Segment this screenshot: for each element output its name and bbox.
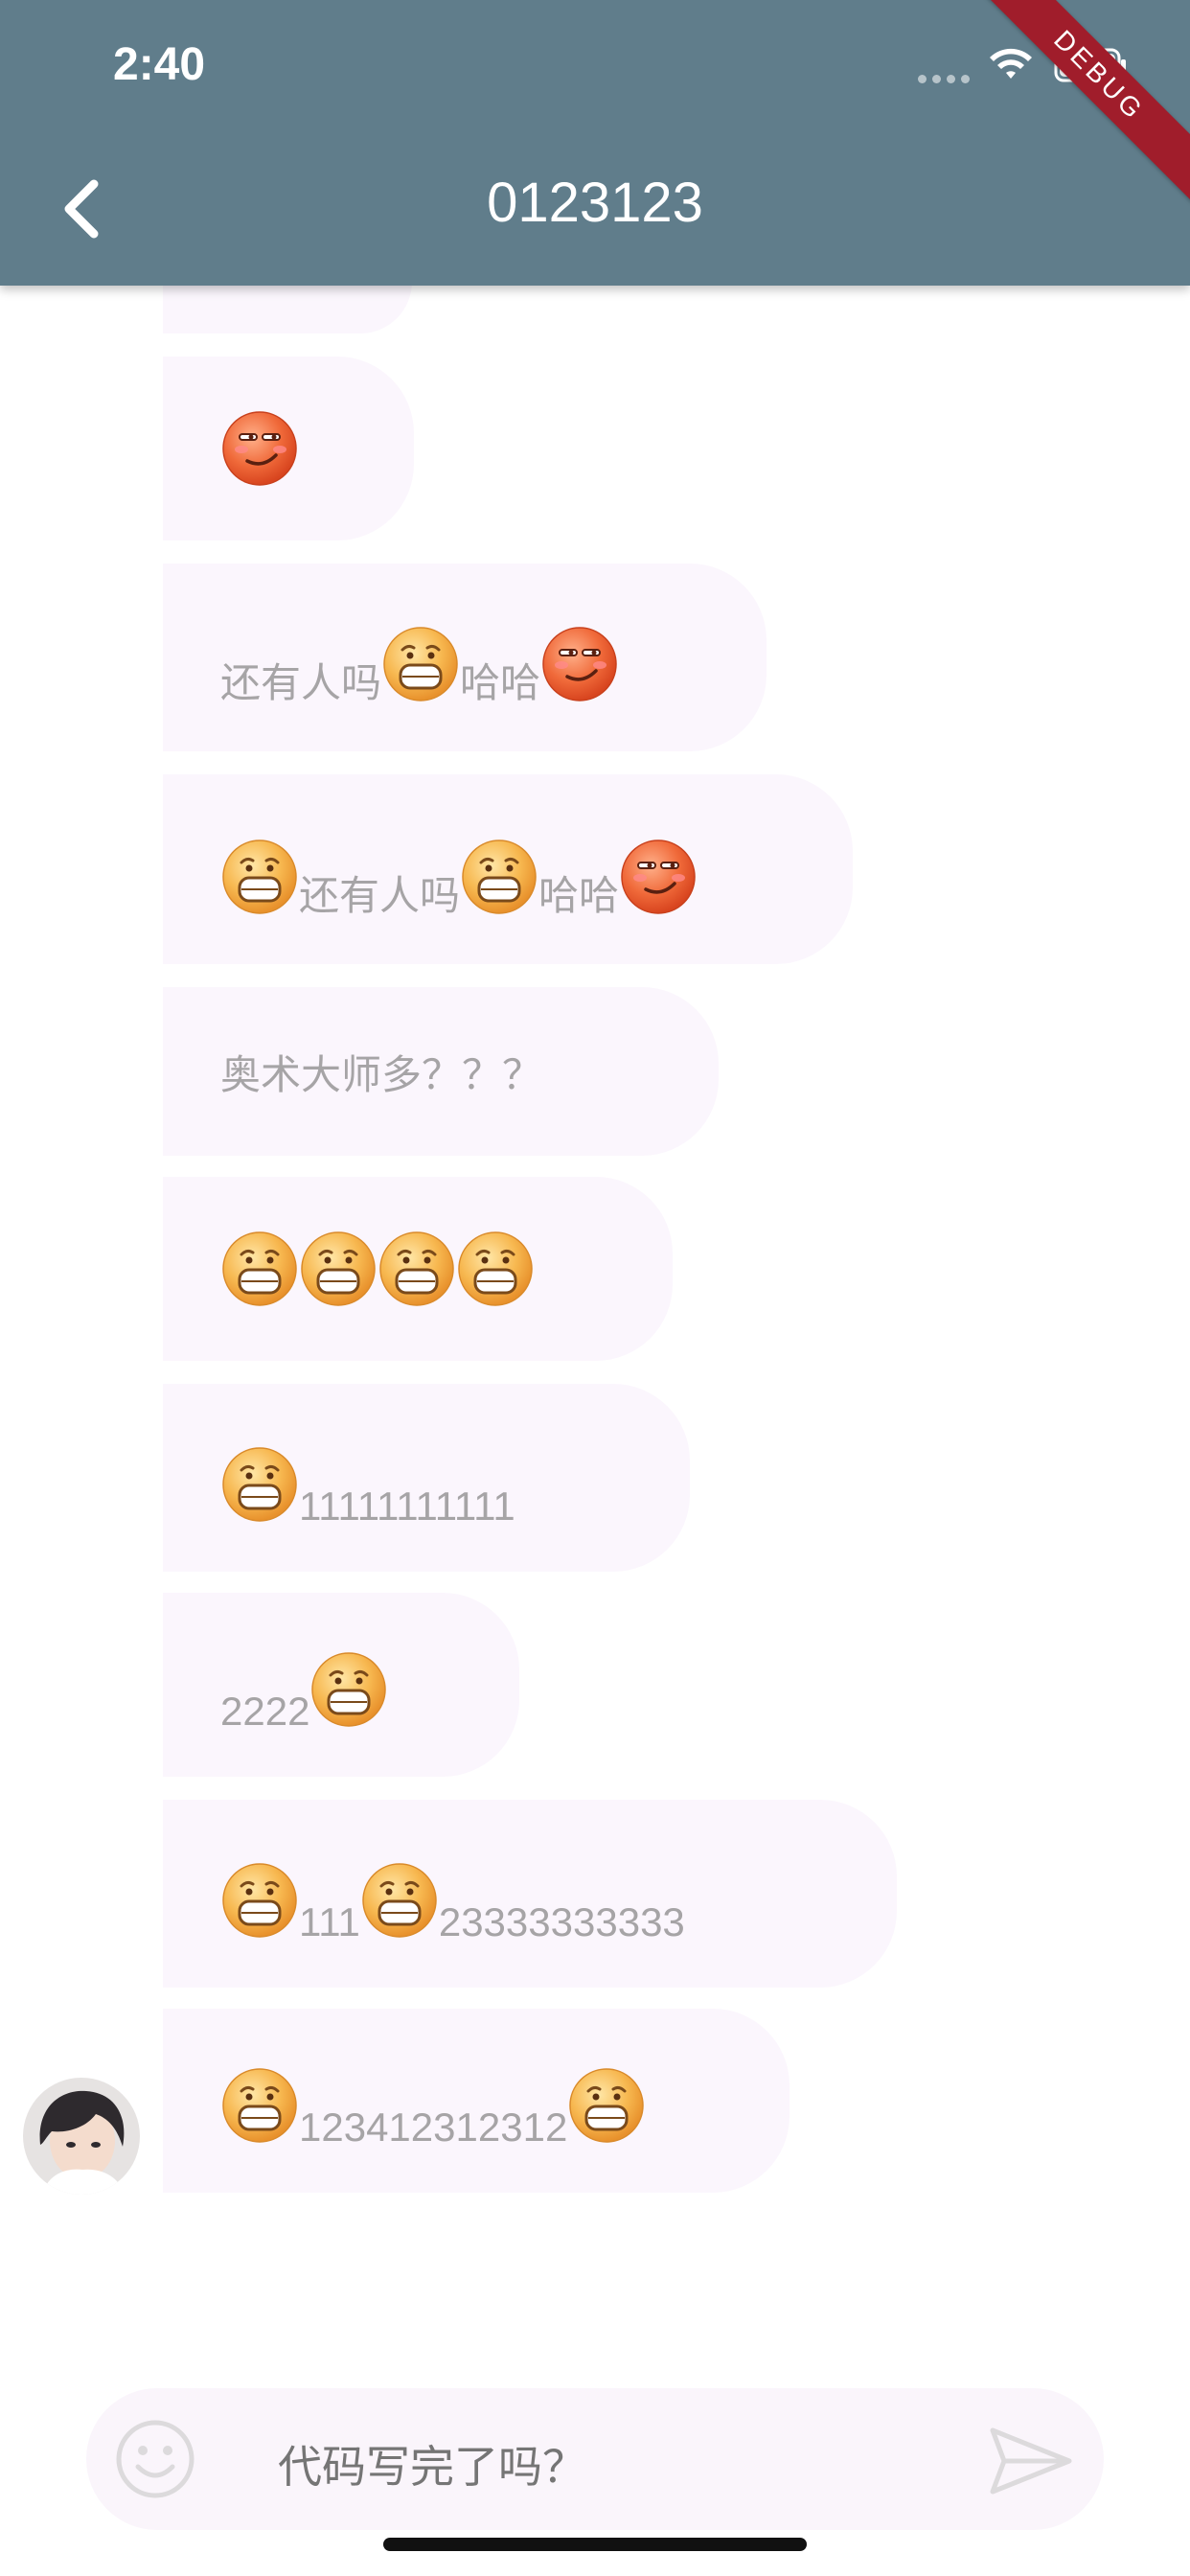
message-list[interactable]: 还有人吗 哈哈 还有人吗 哈哈 奥术大师多？？？ 11111111111 222… [0,0,1190,2576]
message-bubble[interactable]: 111 23333333333 [163,1800,897,1988]
smug-face-emoji-icon [540,625,619,703]
status-time: 2:40 [113,39,206,90]
message-text: 23333333333 [438,1899,685,1944]
home-indicator[interactable] [383,2538,807,2551]
grimace-face-emoji-icon [567,2066,646,2145]
grimace-face-emoji-icon [299,1230,378,1308]
grimace-face-emoji-icon [220,1445,299,1524]
wifi-icon [990,48,1032,79]
message-text: 111 [299,1899,360,1944]
message-bubble[interactable]: 还有人吗 哈哈 [163,774,853,964]
chat-title: 0123123 [487,172,703,234]
message-text: 哈哈 [460,660,541,705]
message-text: 2222 [220,1689,310,1734]
message-bubble[interactable] [163,356,414,540]
user-avatar[interactable] [23,2078,140,2195]
grimace-face-emoji-icon [220,1861,299,1940]
send-icon[interactable] [987,2423,1075,2499]
grimace-face-emoji-icon [309,1650,388,1729]
grimace-face-emoji-icon [378,1230,456,1308]
message-text: 还有人吗 [299,873,461,918]
message-bubble[interactable]: 2222 [163,1593,519,1777]
cellular-signal-icon [918,75,970,83]
emoji-picker-icon[interactable] [115,2419,195,2499]
chat-screen: 2:40 0123123 DEBUG 还有人吗 哈哈 还有人吗 哈哈 奥术大师多… [0,0,1190,2576]
app-bar: 2:40 0123123 [0,0,1190,286]
message-text: 哈哈 [538,873,620,918]
message-text: 123412312312 [299,2104,568,2150]
message-text: 还有人吗 [220,660,382,705]
grimace-face-emoji-icon [460,838,538,916]
message-bubble[interactable]: 还有人吗 哈哈 [163,564,767,751]
message-text: 奥术大师多？？？ [220,1051,543,1097]
grimace-face-emoji-icon [381,625,460,703]
smug-face-emoji-icon [619,838,698,916]
message-text: 11111111111 [299,1484,515,1529]
grimace-face-emoji-icon [360,1861,439,1940]
message-bubble[interactable]: 123412312312 [163,2009,790,2193]
message-bubble[interactable]: 奥术大师多？？？ [163,987,719,1156]
grimace-face-emoji-icon [220,1230,299,1308]
grimace-face-emoji-icon [220,838,299,916]
message-composer[interactable]: 代码写完了吗？ [86,2388,1104,2530]
grimace-face-emoji-icon [220,2066,299,2145]
message-bubble[interactable]: 11111111111 [163,1384,690,1572]
grimace-face-emoji-icon [456,1230,535,1308]
message-bubble[interactable] [163,1177,673,1361]
smug-face-emoji-icon [220,409,299,488]
message-input[interactable]: 代码写完了吗？ [278,2432,586,2496]
